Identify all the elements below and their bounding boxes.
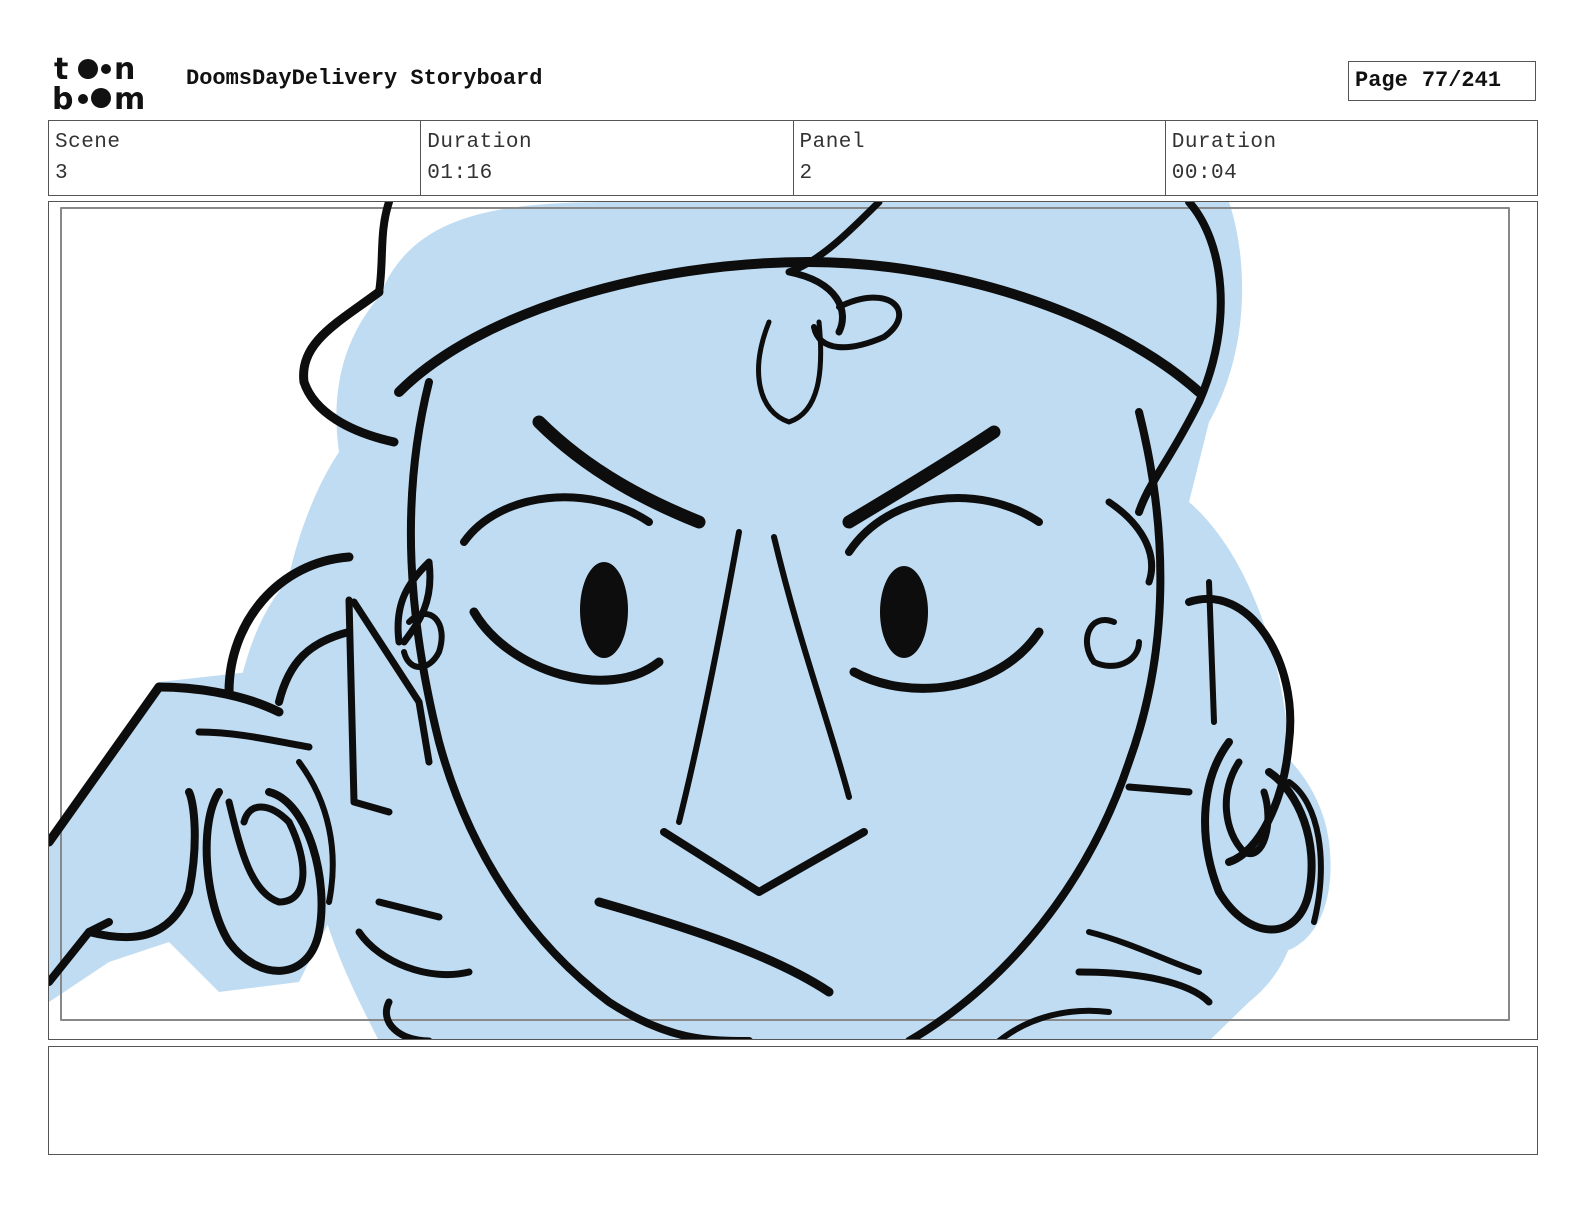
scene-cell: Scene 3 bbox=[49, 121, 422, 195]
scene-duration-cell: Duration 01:16 bbox=[421, 121, 794, 195]
scene-value: 3 bbox=[55, 162, 69, 185]
page-number: 77/241 bbox=[1421, 68, 1502, 93]
panel-notes-box bbox=[48, 1046, 1538, 1155]
panel-duration-cell: Duration 00:04 bbox=[1166, 121, 1537, 195]
scene-duration-value: 01:16 bbox=[427, 162, 493, 185]
panel-label: Panel bbox=[799, 131, 866, 154]
panel-cell: Panel 2 bbox=[794, 121, 1166, 195]
panel-value: 2 bbox=[799, 162, 813, 185]
info-table: Scene 3 Duration 01:16 Panel 2 Duration … bbox=[48, 120, 1538, 196]
document-title: DoomsDayDelivery Storyboard bbox=[186, 66, 543, 91]
panel-duration-label: Duration bbox=[1171, 131, 1277, 154]
scene-label: Scene bbox=[55, 131, 121, 154]
svg-text:b: b bbox=[52, 82, 73, 112]
scene-duration-label: Duration bbox=[427, 131, 533, 154]
page-label: Page bbox=[1355, 68, 1408, 93]
page-indicator: Page 77/241 bbox=[1348, 61, 1536, 101]
character-sketch bbox=[49, 202, 1510, 1039]
toonboom-logo: t n b m bbox=[52, 52, 145, 112]
storyboard-panel bbox=[48, 201, 1538, 1040]
panel-duration-value: 00:04 bbox=[1171, 162, 1238, 185]
svg-text:m: m bbox=[114, 82, 145, 112]
